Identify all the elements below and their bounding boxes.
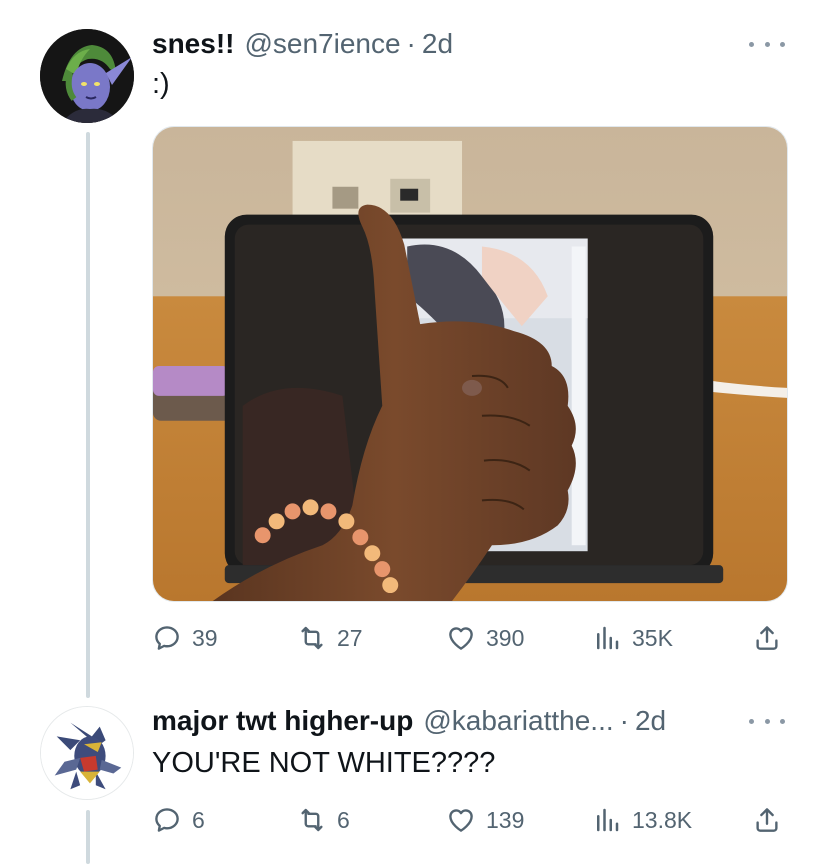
views-button[interactable]: 13.8K [592,800,692,840]
display-name[interactable]: major twt higher-up [152,703,413,739]
more-icon[interactable] [749,711,785,731]
views-count: 13.8K [632,806,693,833]
share-icon [756,626,778,650]
separator-dot: · [619,705,629,736]
retweet-count: 27 [337,624,363,651]
like-button[interactable]: 390 [446,618,524,658]
heart-icon [449,627,473,650]
tweet-media-photo[interactable] [152,126,788,602]
reply-count: 6 [192,806,205,833]
thread-connector-line [86,132,90,698]
reply-icon [155,808,179,832]
retweet-icon [301,808,323,832]
separator-dot: · [406,28,416,59]
display-name[interactable]: snes!! [152,26,234,62]
like-count: 139 [486,806,525,833]
retweet-button[interactable]: 6 [297,800,350,840]
reply-count: 39 [192,624,218,651]
views-icon [597,626,619,650]
retweet-icon [301,626,323,650]
tweet-actions: 6 6 139 13.8K [152,800,787,840]
like-button[interactable]: 139 [446,800,524,840]
heart-icon [449,809,473,832]
reply-icon [155,626,179,650]
thread-connector-line [86,810,90,864]
avatar[interactable] [40,29,134,123]
reply-button[interactable]: 6 [152,800,205,840]
views-count: 35K [632,624,673,651]
user-handle[interactable]: @kabariatthe... [423,703,613,739]
tweet-text: YOU'RE NOT WHITE???? [152,747,496,779]
tweet-thread: snes!! @sen7ience · 2d :) 39 27 390 35K … [0,0,827,864]
reply-button[interactable]: 39 [152,618,218,658]
timestamp[interactable]: 2d [422,26,453,62]
tweet-header: snes!! @sen7ience · 2d [152,26,453,62]
tweet-header: major twt higher-up @kabariatthe... · 2d [152,703,666,739]
share-button[interactable] [752,618,782,658]
views-button[interactable]: 35K [592,618,673,658]
tweet-actions: 39 27 390 35K [152,618,787,658]
retweet-count: 6 [337,806,350,833]
share-icon [756,808,778,832]
like-count: 390 [486,624,525,651]
tweet-text: :) [152,68,170,100]
user-handle[interactable]: @sen7ience [244,26,400,62]
views-icon [597,808,619,832]
share-button[interactable] [752,800,782,840]
retweet-button[interactable]: 27 [297,618,363,658]
more-icon[interactable] [749,34,785,54]
avatar[interactable] [40,706,134,800]
timestamp[interactable]: 2d [635,703,666,739]
